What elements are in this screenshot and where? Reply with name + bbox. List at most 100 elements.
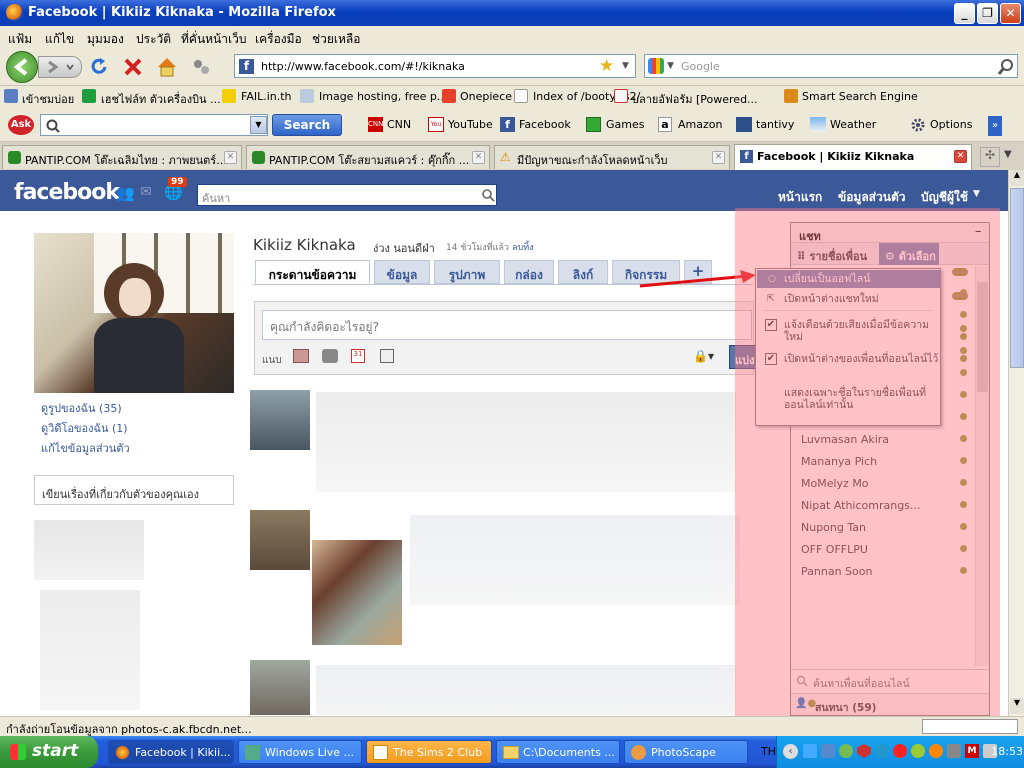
my-videos-link[interactable]: ดูวิดีโอของฉัน (1) — [41, 419, 128, 437]
menu-edit[interactable]: แก้ไข — [45, 30, 74, 49]
tray-app-icon[interactable] — [839, 744, 853, 758]
tray-app-icon[interactable] — [929, 744, 943, 758]
attach-link-icon[interactable] — [380, 349, 394, 363]
ask-search-input[interactable]: ▼ — [40, 114, 268, 136]
ask-dropdown-icon[interactable]: ▼ — [250, 116, 267, 134]
stop-icon[interactable] — [122, 56, 144, 78]
tray-app-icon[interactable] — [821, 744, 835, 758]
language-indicator[interactable]: TH — [761, 745, 776, 758]
toolbar-amazon[interactable]: Amazon — [678, 118, 722, 131]
menu-bookmarks[interactable]: ที่คั่นหน้าเว็บ — [181, 30, 246, 49]
reload-icon[interactable] — [88, 56, 110, 78]
account-dropdown-icon[interactable]: ▼ — [973, 189, 980, 199]
page-scrollbar[interactable]: ▲ ▼ — [1008, 170, 1024, 716]
tab-pantip-1[interactable]: PANTIP.COM โต๊ะเฉลิมไทย : ภาพยนตร์... ✕ — [2, 145, 242, 169]
bookmark-item[interactable]: FAIL.in.th — [241, 90, 292, 103]
tab-links[interactable]: ลิงก์ — [558, 260, 608, 284]
bookmark-item[interactable]: เฮชไฟล์ท ตัวเครื่องบิน ... — [101, 90, 221, 108]
task-sims-club[interactable]: The Sims 2 Club — [366, 740, 492, 764]
tray-app-icon[interactable] — [875, 744, 889, 758]
fb-search-input[interactable]: ค้นหา — [197, 184, 497, 206]
tray-app-icon[interactable] — [947, 744, 961, 758]
url-dropdown-icon[interactable]: ▼ — [622, 61, 629, 71]
menu-help[interactable]: ช่วยเหลือ — [312, 30, 361, 49]
tab-close-icon[interactable]: ✕ — [224, 151, 237, 164]
ask-search-button[interactable]: Search — [272, 114, 342, 136]
attach-video-icon[interactable] — [322, 349, 338, 363]
tray-gmail-icon[interactable]: M — [965, 744, 979, 758]
engine-dropdown-icon[interactable]: ▼ — [667, 61, 674, 71]
scroll-up-icon[interactable]: ▲ — [1010, 170, 1024, 186]
profile-picture[interactable] — [34, 233, 234, 393]
home-icon[interactable] — [155, 55, 179, 79]
tray-app-icon[interactable] — [911, 744, 925, 758]
tab-error[interactable]: ⚠ มีปัญหาขณะกำลังโหลดหน้าเว็บ ✕ — [494, 145, 730, 169]
nav-account[interactable]: บัญชีผู้ใช้ — [921, 188, 968, 207]
tab-close-icon[interactable]: ✕ — [472, 151, 485, 164]
friend-requests-icon[interactable]: 👥 — [116, 184, 135, 202]
toolbar-facebook[interactable]: Facebook — [519, 118, 571, 131]
messages-icon[interactable]: ✉ — [140, 184, 152, 200]
task-windows-live[interactable]: Windows Live ... — [238, 740, 362, 764]
facebook-logo[interactable]: facebook — [14, 180, 120, 205]
menu-history[interactable]: ประวัติ — [136, 30, 171, 49]
tab-close-icon[interactable]: ✕ — [712, 151, 725, 164]
task-firefox[interactable]: Facebook | Kikii... — [108, 740, 234, 764]
toolbar-youtube[interactable]: YouTube — [448, 118, 493, 131]
toolbar-weather[interactable]: Weather — [830, 118, 876, 131]
attach-event-icon[interactable]: 31 — [351, 349, 365, 363]
tab-info[interactable]: ข้อมูล — [374, 260, 430, 284]
menu-view[interactable]: มุมมอง — [87, 30, 124, 49]
maximize-button[interactable]: ❐ — [977, 3, 998, 24]
bookmark-item[interactable]: บลายอัฟอรัม [Powered... — [632, 90, 758, 108]
close-button[interactable]: ✕ — [1000, 3, 1021, 24]
tab-wall[interactable]: กระดานข้อความ — [255, 260, 370, 284]
nav-profile[interactable]: ข้อมูลส่วนตัว — [838, 188, 905, 207]
bookmark-item[interactable]: Onepiece — [460, 90, 512, 103]
bookmark-item[interactable]: Image hosting, free p... — [319, 90, 447, 103]
url-bar[interactable]: f http://www.facebook.com/#!/kiknaka ★ ▼ — [234, 54, 636, 78]
tray-app-icon[interactable] — [893, 744, 907, 758]
search-go-icon[interactable] — [997, 58, 1015, 76]
toolbar-options[interactable]: Options — [930, 118, 972, 131]
forward-button[interactable] — [38, 56, 82, 78]
bookmark-item[interactable]: เข้าชมบ่อย — [22, 90, 74, 108]
search-icon[interactable] — [481, 188, 495, 202]
minimize-button[interactable]: _ — [954, 3, 975, 24]
back-button[interactable] — [6, 51, 38, 83]
bookmark-star-icon[interactable]: ★ — [599, 56, 614, 76]
attach-photo-icon[interactable] — [293, 349, 309, 363]
scroll-thumb[interactable] — [1010, 188, 1024, 368]
tray-security-icon[interactable] — [857, 744, 871, 758]
task-photoscape[interactable]: PhotoScape — [624, 740, 748, 764]
toolbar-tantivy[interactable]: tantivy — [756, 118, 794, 131]
tab-close-icon[interactable]: ✕ — [954, 150, 967, 163]
google-engine-icon[interactable] — [648, 58, 664, 74]
start-button[interactable]: start — [0, 736, 98, 768]
privacy-lock-icon[interactable]: 🔒▾ — [693, 349, 714, 363]
scroll-down-icon[interactable]: ▼ — [1010, 698, 1024, 714]
composer-input[interactable]: คุณกำลังคิดอะไรอยู่? — [262, 310, 752, 340]
tab-boxes[interactable]: กล่อง — [504, 260, 554, 284]
tray-expand-icon[interactable]: ‹ — [783, 744, 798, 759]
chevron-more-icon[interactable]: » — [988, 116, 1002, 136]
tab-list-icon[interactable]: ✣ — [980, 147, 1000, 167]
task-explorer[interactable]: C:\Documents ... — [496, 740, 620, 764]
search-bar[interactable]: ▼ Google — [644, 54, 1018, 78]
toolbar-games[interactable]: Games — [606, 118, 644, 131]
tab-photos[interactable]: รูปภาพ — [434, 260, 500, 284]
my-photos-link[interactable]: ดูรูปของฉัน (35) — [41, 399, 122, 417]
tab-dropdown-icon[interactable]: ▼ — [1004, 149, 1012, 160]
menu-tools[interactable]: เครื่องมือ — [255, 30, 302, 49]
nav-home[interactable]: หน้าแรก — [778, 188, 822, 207]
addon-icon[interactable] — [190, 56, 212, 78]
status-clear-link[interactable]: ลบทิ้ง — [512, 240, 534, 254]
edit-profile-link[interactable]: แก้ไขข้อมูลส่วนตัว — [41, 439, 130, 457]
tab-pantip-2[interactable]: PANTIP.COM โต๊ะสยามสแควร์ : คุ๊กกิ๊ก ...… — [246, 145, 490, 169]
tray-network-icon[interactable] — [803, 744, 817, 758]
about-me-box[interactable]: เขียนเรื่องที่เกี่ยวกับตัวของคุณเอง — [34, 475, 234, 505]
bookmark-item[interactable]: Smart Search Engine — [802, 90, 918, 103]
tab-facebook[interactable]: f Facebook | Kikiiz Kiknaka ✕ — [734, 144, 972, 170]
menu-file[interactable]: แฟ้ม — [8, 30, 32, 49]
toolbar-cnn[interactable]: CNN — [387, 118, 411, 131]
